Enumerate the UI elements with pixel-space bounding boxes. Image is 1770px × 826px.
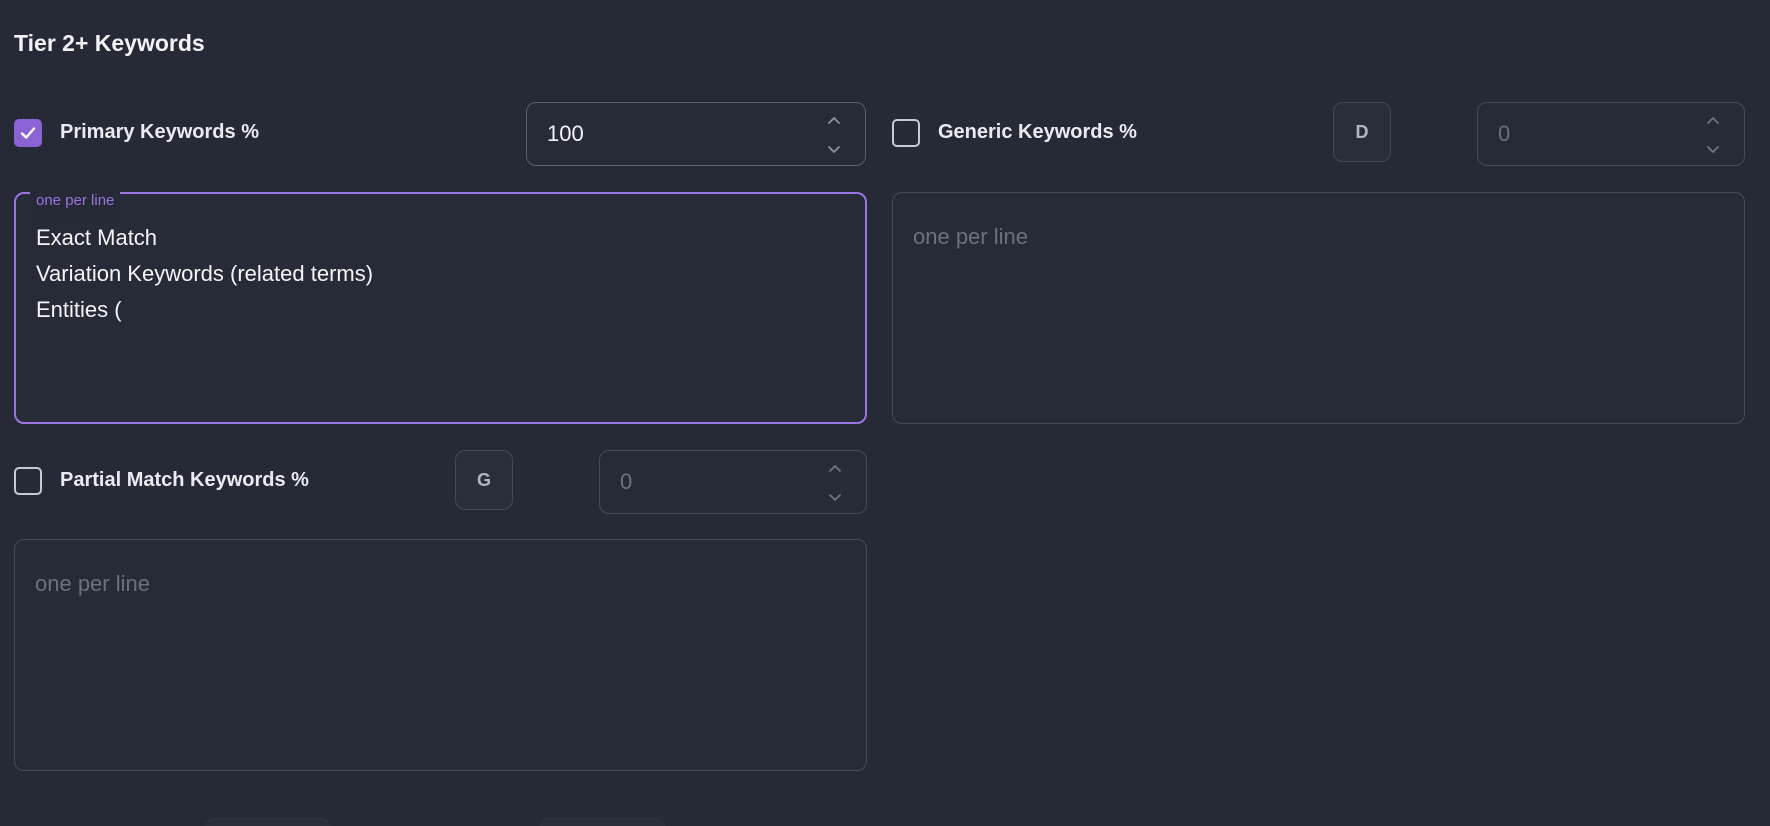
stepper-arrows-icon bbox=[1707, 117, 1719, 153]
partial-match-percent-value: 0 bbox=[620, 469, 633, 494]
generic-keywords-d-button[interactable]: D bbox=[1333, 102, 1391, 162]
partial-match-g-button[interactable]: G bbox=[455, 450, 513, 510]
tier2-keywords-panel: Tier 2+ Keywords Primary Keywords % 100 … bbox=[0, 0, 1770, 826]
partial-match-keywords-label: Partial Match Keywords % bbox=[60, 469, 309, 491]
primary-keyword-line: Exact Match bbox=[36, 225, 158, 250]
primary-keywords-textarea-legend: one per line bbox=[30, 183, 121, 219]
primary-keywords-checkbox[interactable] bbox=[14, 119, 42, 147]
primary-keywords-stepper[interactable] bbox=[825, 111, 843, 159]
generic-keywords-percent-input[interactable]: 0 bbox=[1477, 102, 1745, 166]
primary-keywords-label: Primary Keywords % bbox=[60, 121, 259, 143]
primary-keyword-line: Variation Keywords (related terms) bbox=[36, 261, 374, 286]
partial-match-keywords-textarea[interactable]: one per line bbox=[14, 539, 867, 771]
primary-keyword-line: Entities ( bbox=[36, 297, 122, 322]
primary-keywords-percent-value: 100 bbox=[547, 121, 584, 146]
offscreen-control bbox=[205, 818, 330, 826]
generic-keywords-stepper[interactable] bbox=[1704, 111, 1722, 159]
offscreen-control bbox=[540, 818, 665, 826]
partial-match-percent-input[interactable]: 0 bbox=[599, 450, 867, 514]
partial-match-placeholder: one per line bbox=[35, 571, 150, 596]
generic-keywords-percent-value: 0 bbox=[1498, 121, 1511, 146]
generic-keywords-label: Generic Keywords % bbox=[938, 121, 1137, 143]
partial-match-keywords-checkbox[interactable] bbox=[14, 467, 42, 495]
generic-keywords-checkbox[interactable] bbox=[892, 119, 920, 147]
stepper-arrows-icon bbox=[828, 117, 840, 153]
partial-match-stepper[interactable] bbox=[826, 459, 844, 507]
generic-keywords-textarea[interactable]: one per line bbox=[892, 192, 1745, 424]
generic-keywords-placeholder: one per line bbox=[913, 224, 1028, 249]
primary-keywords-textarea[interactable]: one per line Exact Match Variation Keywo… bbox=[14, 183, 867, 424]
section-title: Tier 2+ Keywords bbox=[14, 30, 205, 56]
checkmark-icon bbox=[20, 127, 36, 139]
stepper-arrows-icon bbox=[829, 465, 841, 501]
primary-keywords-percent-input[interactable]: 100 bbox=[526, 102, 866, 166]
